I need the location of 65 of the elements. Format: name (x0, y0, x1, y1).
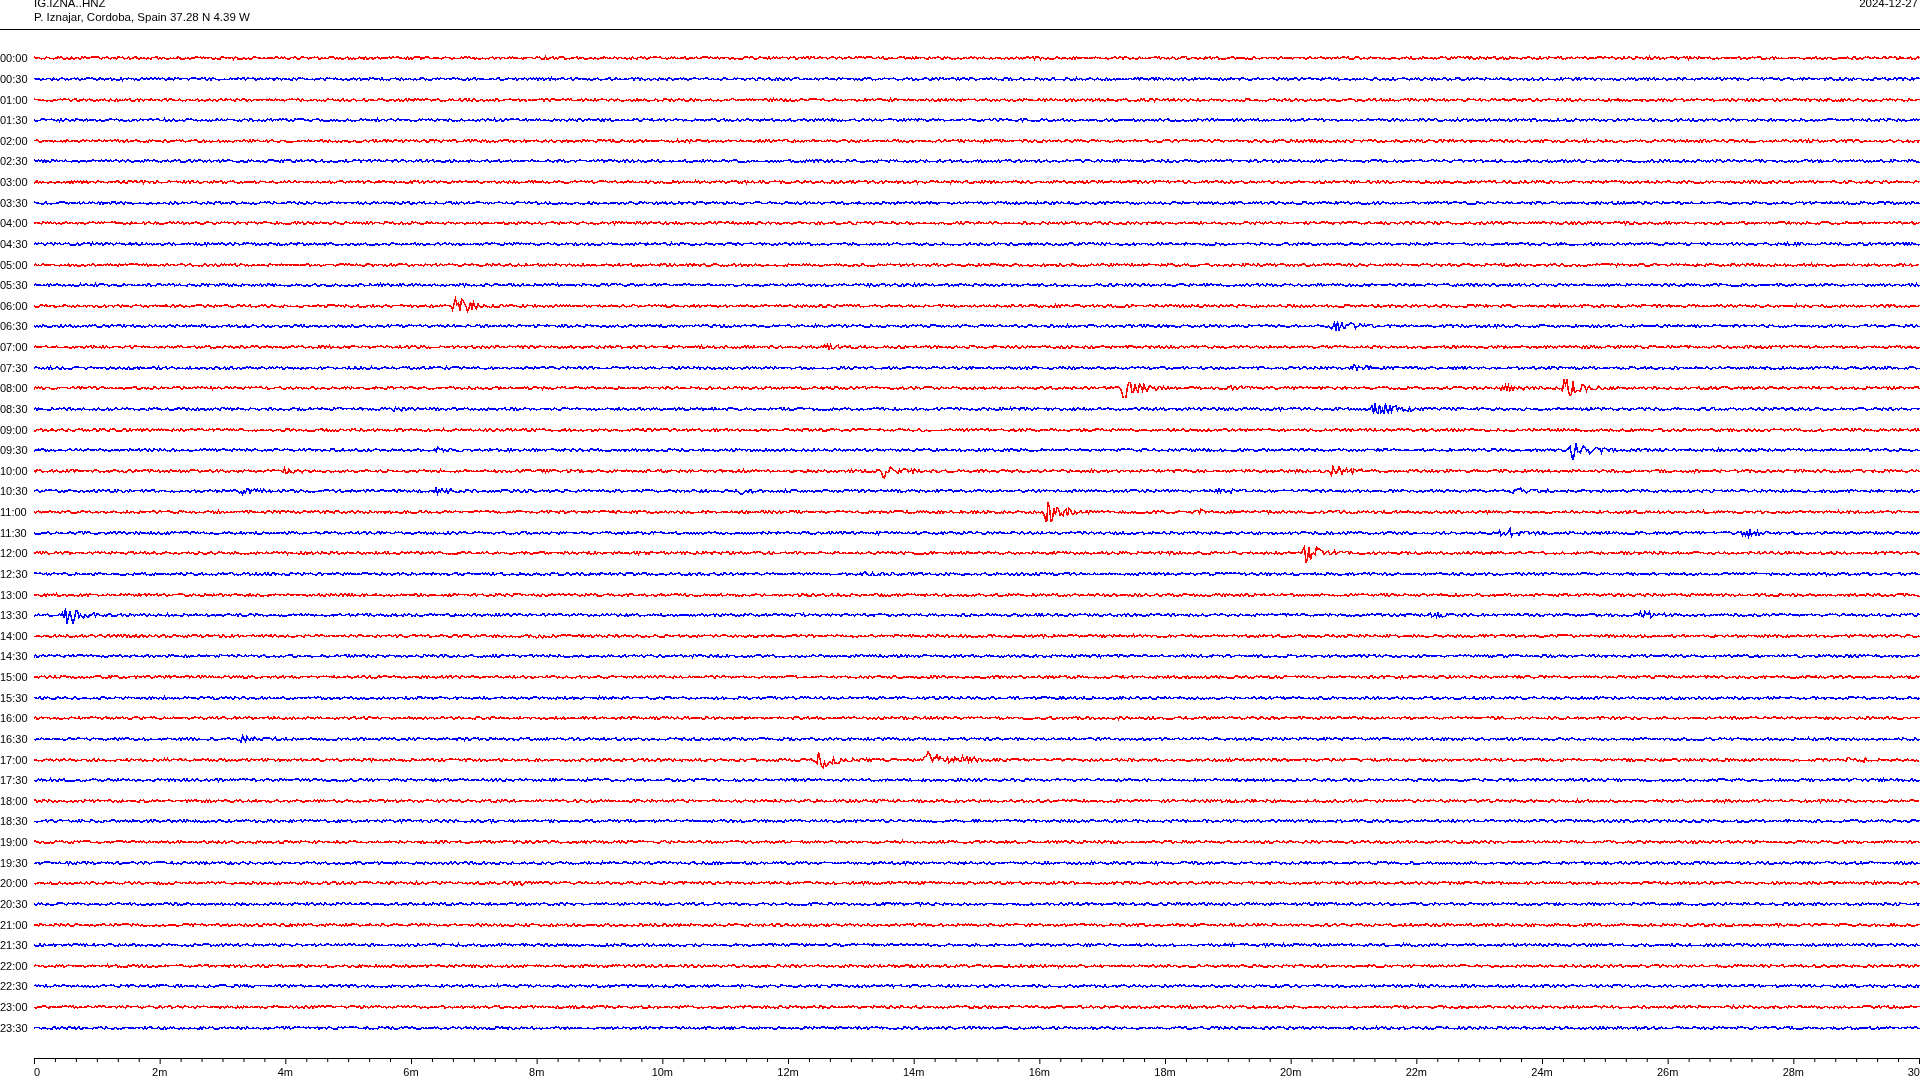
time-label: 09:30 (0, 444, 29, 457)
time-label: 08:00 (0, 382, 29, 395)
time-label: 22:30 (0, 980, 29, 993)
time-label: 15:30 (0, 691, 29, 704)
time-label: 03:30 (0, 196, 29, 209)
time-label: 01:00 (0, 93, 29, 106)
axis-label: 20m (1279, 1066, 1302, 1078)
axis-label: 4m (277, 1066, 293, 1078)
time-label: 07:00 (0, 341, 29, 354)
time-label: 10:30 (0, 485, 29, 498)
axis-label: 14m (902, 1066, 925, 1078)
time-label: 12:00 (0, 547, 29, 560)
time-label: 13:00 (0, 588, 29, 601)
time-label: 03:00 (0, 176, 29, 189)
time-label: 18:00 (0, 794, 29, 807)
time-label: 16:00 (0, 712, 29, 725)
time-label: 11:00 (0, 506, 28, 519)
axis-label: 16m (1028, 1066, 1051, 1078)
time-label: 00:00 (0, 52, 29, 65)
time-label: 12:30 (0, 567, 29, 580)
axis-label: 28m (1782, 1066, 1805, 1078)
time-label: 01:30 (0, 114, 29, 127)
time-label: 14:00 (0, 629, 29, 642)
time-label: 02:30 (0, 155, 29, 168)
axis-label: 10m (651, 1066, 674, 1078)
time-label: 00:30 (0, 72, 29, 85)
time-label: 21:00 (0, 918, 29, 931)
time-label: 19:30 (0, 856, 29, 869)
axis-label: 0 (34, 1066, 41, 1078)
time-label: 19:00 (0, 836, 29, 849)
station-location: P. Iznajar, Cordoba, Spain 37.28 N 4.39 W (34, 11, 250, 24)
time-label: 17:00 (0, 753, 29, 766)
time-label: 10:00 (0, 464, 29, 477)
axis-label: 12m (777, 1066, 799, 1078)
time-label: 02:00 (0, 134, 29, 147)
axis-label: 8m (529, 1066, 545, 1078)
time-label: 20:00 (0, 877, 29, 890)
time-label: 08:30 (0, 402, 29, 415)
time-label: 14:30 (0, 650, 29, 663)
time-label: 22:00 (0, 959, 29, 972)
time-label: 05:30 (0, 279, 29, 292)
time-label: 17:30 (0, 774, 29, 787)
time-label: 11:30 (0, 526, 28, 539)
time-label: 23:30 (0, 1021, 29, 1034)
time-label: 21:30 (0, 939, 29, 952)
axis-label: 6m (403, 1066, 419, 1078)
time-label: 06:00 (0, 299, 29, 312)
axis-label: 22m (1405, 1066, 1428, 1078)
axis-label: 18m (1154, 1066, 1176, 1078)
time-label: 13:30 (0, 609, 29, 622)
time-label: 05:00 (0, 258, 29, 271)
time-label: 23:00 (0, 1001, 29, 1014)
axis-label: 26m (1656, 1066, 1679, 1078)
time-label: 07:30 (0, 361, 29, 374)
axis-label: 24m (1531, 1066, 1553, 1078)
time-label: 04:00 (0, 217, 29, 230)
time-label: 18:30 (0, 815, 29, 828)
time-label: 06:30 (0, 320, 29, 333)
time-label: 09:00 (0, 423, 29, 436)
time-label: 04:30 (0, 237, 29, 250)
time-label: 16:30 (0, 732, 29, 745)
time-label: 15:00 (0, 671, 29, 684)
axis-label: 30 (1907, 1066, 1920, 1078)
time-label: 20:30 (0, 897, 29, 910)
axis-label: 2m (152, 1066, 168, 1078)
